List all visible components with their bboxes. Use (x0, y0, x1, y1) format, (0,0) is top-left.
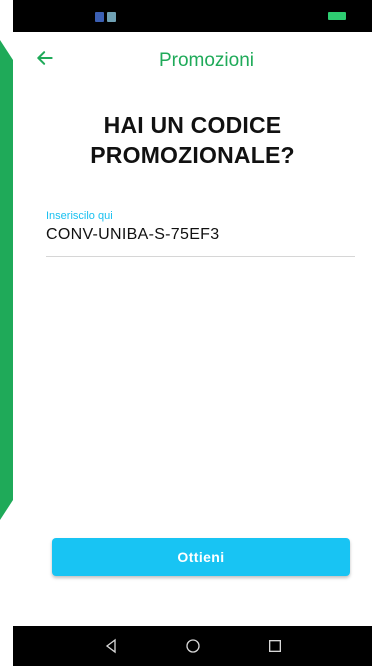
headline-line-2: PROMOZIONALE? (90, 142, 295, 168)
promo-headline: HAI UN CODICE PROMOZIONALE? (13, 110, 372, 170)
status-bar (13, 0, 372, 32)
obtain-button[interactable]: Ottieni (52, 538, 350, 576)
system-navigation-bar (13, 626, 372, 666)
promo-code-input[interactable]: CONV-UNIBA-S-75EF3 (46, 226, 355, 257)
notification-app-icon (95, 12, 104, 22)
app-bar: Promozioni (13, 32, 372, 92)
side-accent-strip (0, 40, 13, 520)
status-notification-icons (95, 12, 116, 22)
nav-home-icon[interactable] (185, 638, 201, 654)
nav-back-icon[interactable] (103, 638, 119, 654)
nav-recents-icon[interactable] (267, 638, 283, 654)
promo-code-label: Inseriscilo qui (46, 210, 113, 222)
notification-image-icon (107, 12, 116, 22)
headline-line-1: HAI UN CODICE (103, 112, 282, 138)
promo-code-field[interactable]: Inseriscilo qui CONV-UNIBA-S-75EF3 (30, 210, 355, 257)
page-title: Promozioni (158, 50, 255, 71)
promotions-screen: Promozioni HAI UN CODICE PROMOZIONALE? I… (0, 0, 372, 666)
battery-icon (328, 12, 346, 20)
